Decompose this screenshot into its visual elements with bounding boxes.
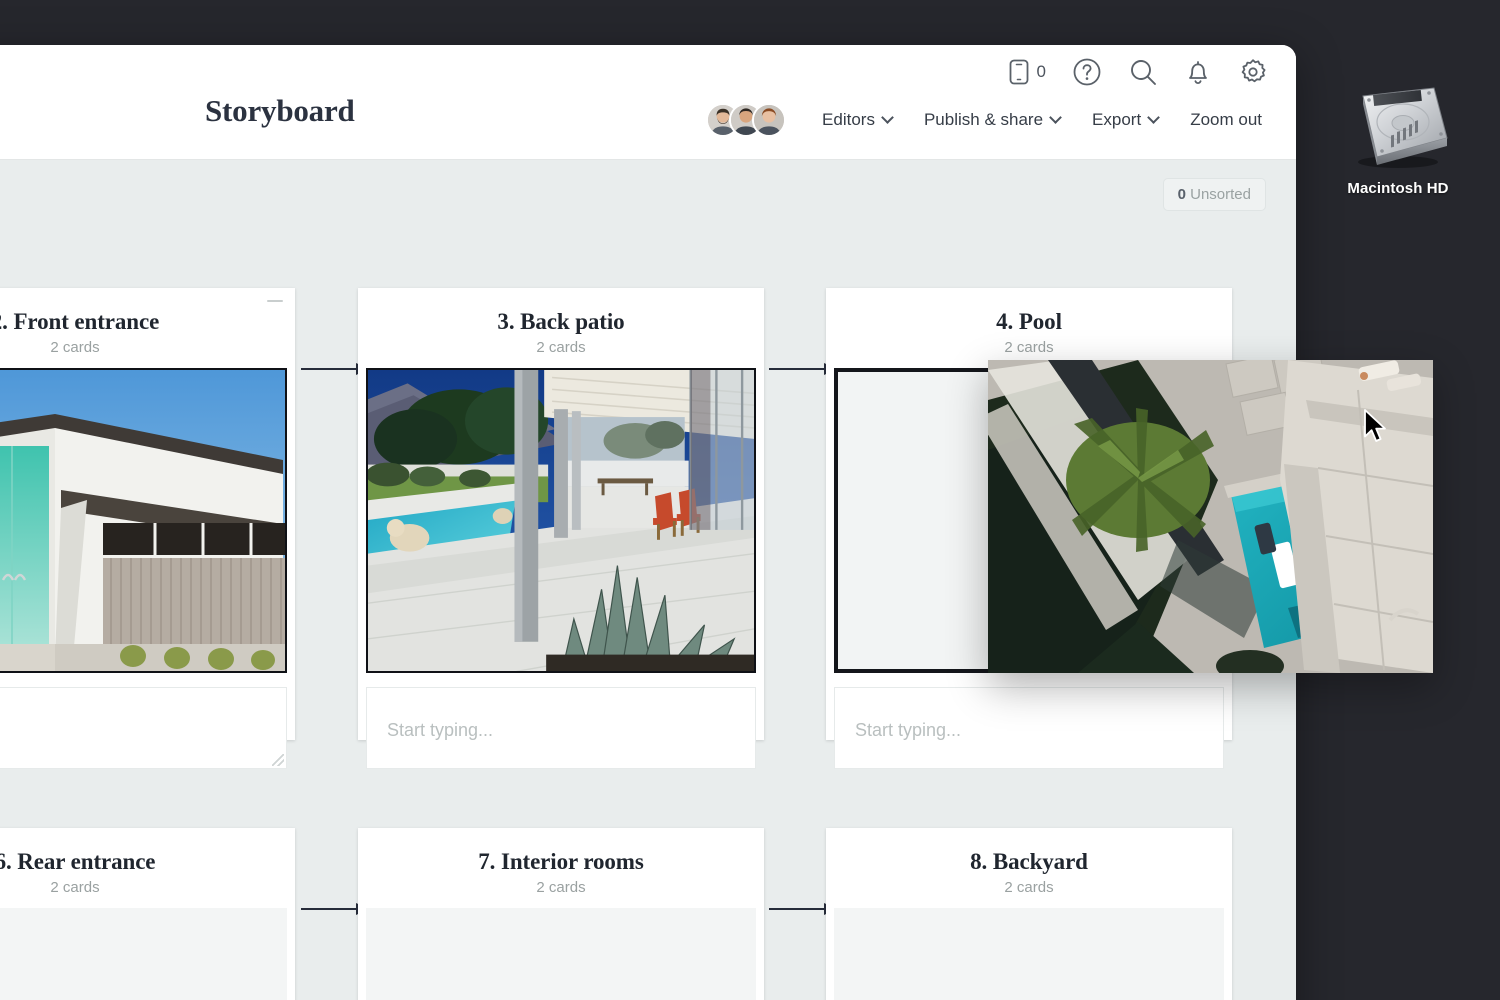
unsorted-count: 0 bbox=[1178, 186, 1186, 203]
editors-menu-label: Editors bbox=[822, 110, 875, 130]
desktop: Macintosh HD 0 bbox=[0, 0, 1500, 1000]
editor-avatars[interactable] bbox=[706, 103, 786, 137]
card-empty-dropzone[interactable] bbox=[366, 908, 756, 1000]
mobile-preview-count: 0 bbox=[1037, 62, 1046, 82]
card-subtitle: 2 cards bbox=[826, 339, 1232, 356]
card-subtitle: 2 cards bbox=[0, 879, 295, 896]
photo-patio-pool bbox=[368, 370, 754, 671]
storyboard-card[interactable]: 7. Interior rooms 2 cards bbox=[358, 828, 764, 1000]
photo-aerial-pool bbox=[988, 360, 1433, 673]
card-title: 2. Front entrance bbox=[0, 309, 295, 335]
card-header: 7. Interior rooms 2 cards bbox=[358, 828, 764, 896]
publish-share-menu[interactable]: Publish & share bbox=[908, 104, 1076, 136]
storyboard-card[interactable]: 8. Backyard 2 cards bbox=[826, 828, 1232, 1000]
chevron-down-icon bbox=[881, 111, 894, 124]
desktop-icon-macintosh-hd[interactable]: Macintosh HD bbox=[1337, 78, 1459, 197]
avatar-photo-3 bbox=[754, 105, 784, 135]
collapse-icon[interactable] bbox=[267, 300, 283, 302]
card-title: 4. Pool bbox=[826, 309, 1232, 335]
avatar[interactable] bbox=[752, 103, 786, 137]
card-header: 3. Back patio 2 cards bbox=[358, 288, 764, 356]
page-title: Storyboard bbox=[205, 93, 355, 129]
card-subtitle: 2 cards bbox=[0, 339, 295, 356]
card-subtitle: 2 cards bbox=[358, 879, 764, 896]
card-title: 3. Back patio bbox=[358, 309, 764, 335]
search-icon bbox=[1128, 57, 1158, 87]
card-photo-front-entrance[interactable] bbox=[0, 368, 287, 673]
editors-menu[interactable]: Editors bbox=[806, 104, 908, 136]
card-subtitle: 2 cards bbox=[358, 339, 764, 356]
resize-handle[interactable] bbox=[272, 754, 284, 766]
zoom-out-label: Zoom out bbox=[1190, 110, 1262, 130]
card-empty-dropzone[interactable] bbox=[0, 908, 287, 1000]
zoom-out-button[interactable]: Zoom out bbox=[1174, 104, 1278, 136]
toolbar-menu-row: Editors Publish & share Export Zoom out bbox=[706, 103, 1278, 137]
help-icon bbox=[1072, 57, 1102, 87]
card-note-placeholder: Start typing... bbox=[855, 720, 961, 741]
card-title: 8. Backyard bbox=[826, 849, 1232, 875]
card-subtitle: 2 cards bbox=[826, 879, 1232, 896]
publish-share-menu-label: Publish & share bbox=[924, 110, 1043, 130]
notifications-button[interactable] bbox=[1184, 57, 1212, 87]
card-header: 6. Rear entrance 2 cards bbox=[0, 828, 295, 896]
dragged-image-aerial-pool[interactable] bbox=[988, 360, 1433, 673]
mobile-icon bbox=[1008, 58, 1030, 86]
photo-mid-century-house bbox=[0, 370, 285, 671]
help-button[interactable] bbox=[1072, 57, 1102, 87]
storyboard-card[interactable]: 2. Front entrance 2 cards bbox=[0, 288, 295, 740]
card-note-placeholder: Start typing... bbox=[387, 720, 493, 741]
export-menu[interactable]: Export bbox=[1076, 104, 1174, 136]
settings-button[interactable] bbox=[1238, 57, 1268, 87]
card-header: 8. Backyard 2 cards bbox=[826, 828, 1232, 896]
card-photo-back-patio[interactable] bbox=[366, 368, 756, 673]
storyboard-card[interactable]: 3. Back patio 2 cards bbox=[358, 288, 764, 740]
card-header: 4. Pool 2 cards bbox=[826, 288, 1232, 356]
card-note-input[interactable]: Start typing... bbox=[834, 687, 1224, 769]
card-title: 7. Interior rooms bbox=[358, 849, 764, 875]
card-empty-dropzone[interactable] bbox=[834, 908, 1224, 1000]
gear-icon bbox=[1238, 57, 1268, 87]
unsorted-label: Unsorted bbox=[1190, 186, 1251, 203]
storyboard-card[interactable]: 6. Rear entrance 2 cards bbox=[0, 828, 295, 1000]
card-note-input[interactable]: Start typing... bbox=[0, 687, 287, 769]
chevron-down-icon bbox=[1147, 111, 1160, 124]
desktop-icon-label: Macintosh HD bbox=[1337, 180, 1459, 197]
card-note-input[interactable]: Start typing... bbox=[366, 687, 756, 769]
toolbar: 0 bbox=[0, 45, 1296, 160]
search-button[interactable] bbox=[1128, 57, 1158, 87]
export-menu-label: Export bbox=[1092, 110, 1141, 130]
unsorted-badge[interactable]: 0 Unsorted bbox=[1163, 178, 1266, 211]
toolbar-icon-row: 0 bbox=[1008, 57, 1268, 87]
card-header: 2. Front entrance 2 cards bbox=[0, 288, 295, 356]
hard-drive-icon bbox=[1337, 78, 1459, 174]
mobile-preview-button[interactable]: 0 bbox=[1008, 58, 1046, 86]
bell-icon bbox=[1184, 57, 1212, 87]
card-title: 6. Rear entrance bbox=[0, 849, 295, 875]
chevron-down-icon bbox=[1049, 111, 1062, 124]
